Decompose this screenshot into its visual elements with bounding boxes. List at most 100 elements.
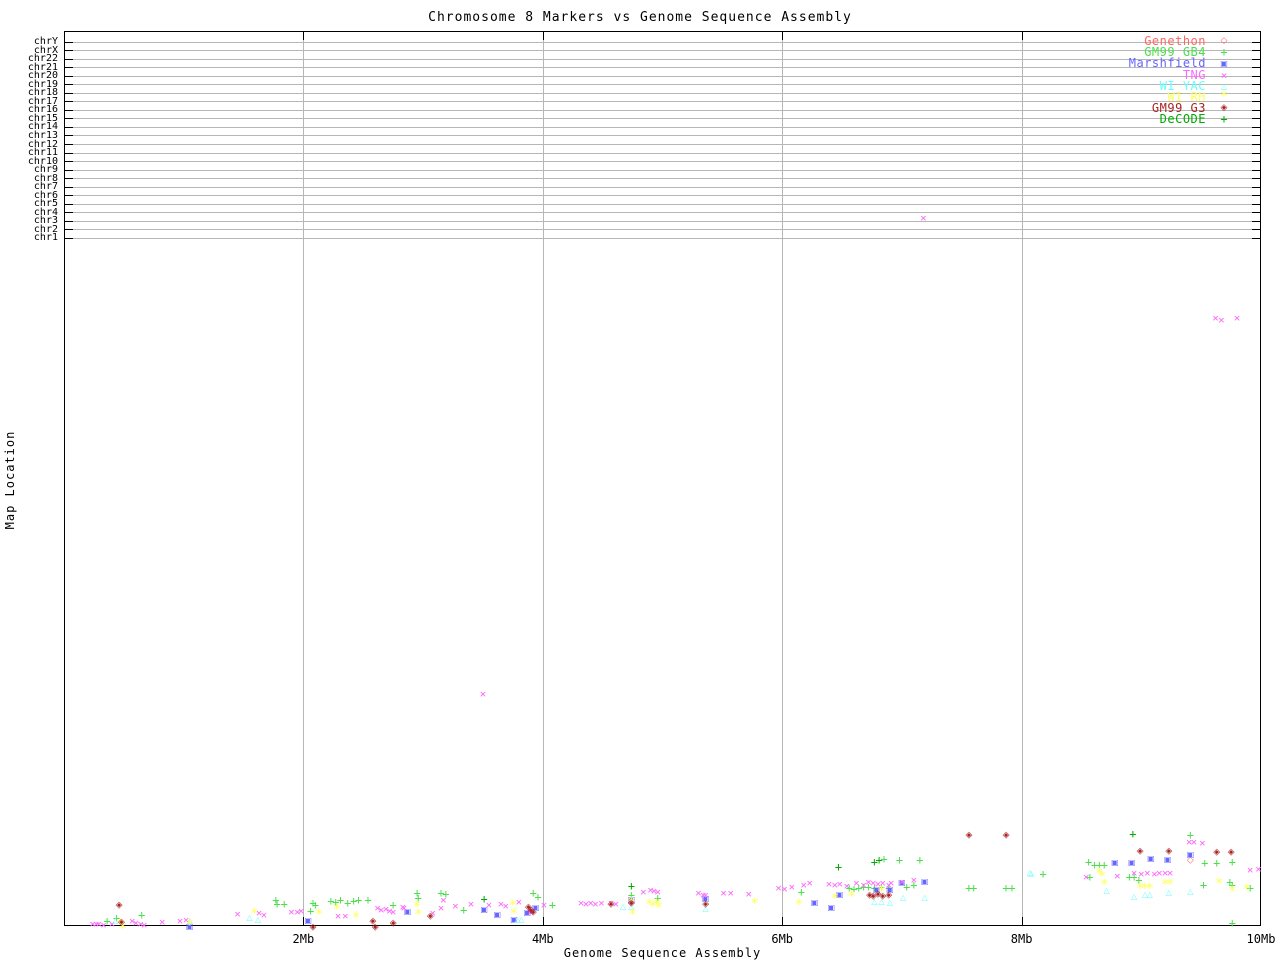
marker-gm99-g3: ◈ <box>389 918 397 929</box>
plot-area-border <box>64 31 1261 926</box>
x-tick-top <box>782 32 783 40</box>
y-tick-right <box>1252 110 1260 111</box>
chromosome-gridline <box>65 187 1260 188</box>
mb-gridline <box>543 32 544 925</box>
marker-wi-yac: △ <box>518 915 525 924</box>
y-tick-right <box>1252 195 1260 196</box>
chromosome-gridline <box>65 118 1260 119</box>
marker-tng: × <box>158 915 166 929</box>
marker-gm99-g3: ◈ <box>117 917 125 928</box>
y-tick-left <box>65 178 73 179</box>
x-tick-top <box>543 32 544 40</box>
legend-item-marshfield: Marshfield ▣ <box>1086 57 1242 69</box>
y-tick-right <box>1252 144 1260 145</box>
marker-tng: × <box>389 905 397 919</box>
chromosome-gridline <box>65 212 1260 213</box>
marker-marshfield: ▣ <box>1163 855 1172 864</box>
marker-tng: × <box>1246 863 1254 877</box>
chromosome-gridline <box>65 110 1260 111</box>
y-tick-left <box>65 59 73 60</box>
mb-gridline <box>782 32 783 925</box>
marker-marshfield: ▣ <box>810 898 819 907</box>
marker-gm99-g3: ◈ <box>1165 846 1173 857</box>
y-tick-left <box>65 212 73 213</box>
y-tick-right <box>1252 212 1260 213</box>
marker-tng: × <box>140 918 148 932</box>
marker-decode: + <box>480 892 488 906</box>
marker-gm99-gb4: + <box>1228 855 1236 869</box>
marker-wi-rh: * <box>1099 876 1109 893</box>
chromosome-gridline <box>65 221 1260 222</box>
y-tick-right <box>1252 170 1260 171</box>
y-tick-right <box>1252 101 1260 102</box>
marker-gm99-gb4: + <box>895 853 904 867</box>
y-tick-left <box>65 238 73 239</box>
marker-tng: × <box>898 875 906 889</box>
marker-tng: × <box>640 885 647 899</box>
legend-item-wi-yac: WI YAC △ <box>1086 80 1242 92</box>
marker-gm99-gb4: + <box>280 897 288 911</box>
marker-tng: × <box>467 897 475 911</box>
marker-tng: × <box>100 918 107 932</box>
marker-tng: × <box>781 882 788 896</box>
marker-wi-rh: * <box>250 905 259 922</box>
y-tick-left <box>65 84 73 85</box>
marker-wi-rh: * <box>750 895 759 912</box>
marker-gm99-g3: ◈ <box>1213 847 1221 858</box>
y-tick-left <box>65 67 73 68</box>
marker-marshfield: ▣ <box>493 910 502 919</box>
y-tick-left <box>65 229 73 230</box>
marker-gm99-gb4: + <box>1213 856 1221 870</box>
y-tick-right <box>1252 67 1260 68</box>
marker-tng: × <box>1114 869 1121 883</box>
chromosome-gridline <box>65 238 1260 239</box>
y-tick-right <box>1252 42 1260 43</box>
marker-wi-rh: * <box>830 890 840 907</box>
marker-tng: × <box>654 885 662 899</box>
legend: Genethon ◇ GM99 GB4 + Marshfield ▣ TNG × WI YAC △… <box>1086 35 1242 127</box>
marker-wi-rh: * <box>1214 875 1224 892</box>
legend-label: DeCODE <box>1159 112 1206 127</box>
marker-tng: × <box>540 898 548 912</box>
marker-wi-rh: * <box>847 888 856 905</box>
y-tick-right <box>1252 84 1260 85</box>
marker-decode: + <box>875 853 883 867</box>
x-tick-top <box>1022 32 1023 40</box>
marker-gm99-gb4: + <box>970 881 978 895</box>
marker-tng: × <box>400 901 408 915</box>
marker-gm99-g3: ◈ <box>885 890 893 901</box>
marker-tng: × <box>440 893 447 907</box>
marker-tng: × <box>1143 866 1151 880</box>
marker-gm99-gb4: + <box>354 893 363 907</box>
marker-marshfield: ▣ <box>1186 850 1195 859</box>
y-tick-right <box>1252 59 1260 60</box>
y-tick-right <box>1252 238 1260 239</box>
y-tick-left <box>65 170 73 171</box>
marker-wi-yac: △ <box>1187 887 1194 896</box>
chromosome-gridline <box>65 67 1260 68</box>
y-axis-title: Map Location <box>3 430 17 530</box>
marker-gm99-gb4: + <box>1039 867 1047 881</box>
chromosome-gridline <box>65 144 1260 145</box>
marker-gm99-g3: ◈ <box>702 899 710 910</box>
y-tick-right <box>1252 93 1260 94</box>
legend-marker-icon: + <box>1220 45 1228 60</box>
marker-tng: × <box>260 908 268 922</box>
marker-decode: + <box>627 879 635 893</box>
marker-decode: + <box>1129 827 1137 841</box>
legend-marker-icon: + <box>1220 112 1228 127</box>
y-tick-left <box>65 153 73 154</box>
marker-tng: × <box>452 899 459 913</box>
legend-marker-icon: ▣ <box>1220 59 1228 69</box>
legend-item-decode: DeCODE + <box>1086 112 1242 127</box>
marker-tng: × <box>598 896 605 910</box>
y-tick-right <box>1252 127 1260 128</box>
marker-tng: × <box>341 909 349 923</box>
x-tick-bottom <box>782 917 783 925</box>
x-tick-top <box>303 32 304 40</box>
y-tick-left <box>65 204 73 205</box>
chart-title: Chromosome 8 Markers vs Genome Sequence … <box>428 10 852 25</box>
y-tick-left <box>65 144 73 145</box>
marker-wi-yac: △ <box>921 893 928 902</box>
chromosome-gridline <box>65 127 1260 128</box>
